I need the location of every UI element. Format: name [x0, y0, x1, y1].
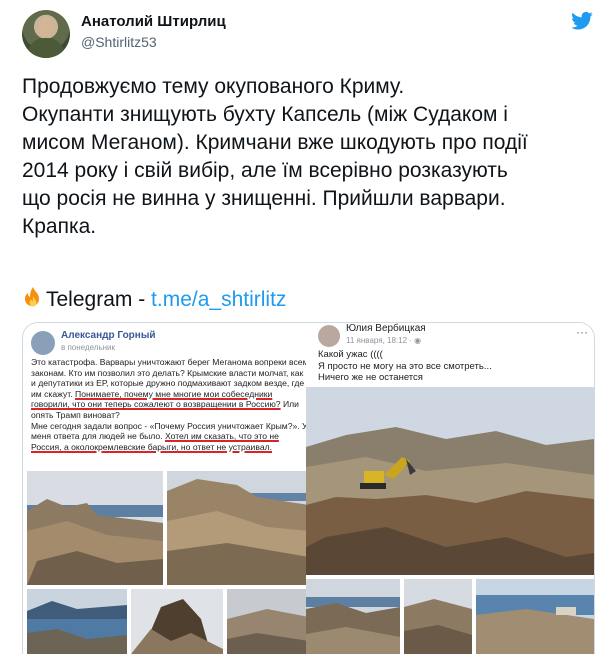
excavator-photo	[306, 387, 594, 575]
left-post-screenshot: Александр Горный в понедельник Это катас…	[23, 323, 313, 654]
coast-photo	[27, 471, 163, 585]
tweet-line: мисом Меганом). Кримчани вже шкодують пр…	[22, 131, 528, 154]
tweet-line: Крапка.	[22, 215, 97, 238]
right-post-avatar	[318, 325, 340, 347]
right-post-line: Какой ужас ((((	[318, 349, 383, 360]
right-post-line: Ничего же не останется	[318, 372, 423, 384]
coast-photo	[131, 589, 223, 654]
tweet-line: Продовжуємо тему окупованого Криму.	[22, 75, 405, 98]
tweet-line: Окупанти знищують бухту Капсель (між Суд…	[22, 103, 508, 126]
author-handle[interactable]: @Shtirlitz53	[81, 34, 157, 50]
left-post-text: Это катастрофа. Варвары уничтожают берег…	[31, 357, 309, 452]
telegram-line: Telegram - t.me/a_shtirlitz	[22, 286, 286, 314]
right-post-text: Какой ужас (((( Я просто не могу на это …	[318, 349, 588, 384]
twitter-bird-icon[interactable]	[571, 11, 593, 31]
author-avatar[interactable]	[22, 10, 70, 58]
right-post-more-icon: ···	[576, 325, 588, 339]
author-name[interactable]: Анатолий Штирлиц	[81, 13, 226, 30]
globe-icon: ◉	[414, 336, 422, 345]
fire-emoji-icon	[25, 287, 39, 307]
coast-photo	[404, 579, 472, 654]
right-post-date: 11 января, 18:12 · ◉	[346, 336, 421, 345]
tweet-line: що росія не винна у знищенні. Прийшли ва…	[22, 187, 506, 210]
left-post-avatar	[31, 331, 55, 355]
right-post-screenshot: Юлия Вербицкая 11 января, 18:12 · ◉ ··· …	[306, 323, 594, 654]
tweet-text: Продовжуємо тему окупованого Криму. Окуп…	[22, 73, 592, 241]
tweet-line: 2014 року і свій вибір, але їм всерівно …	[22, 159, 508, 182]
coast-photo	[27, 589, 127, 654]
coast-photo	[167, 471, 309, 585]
right-post-line: Я просто не могу на это все смотреть...	[318, 360, 492, 372]
right-post-author: Юлия Вербицкая	[346, 323, 426, 334]
telegram-label: Telegram -	[46, 288, 152, 311]
right-post-date-text: 11 января, 18:12 ·	[346, 336, 415, 345]
coast-photo	[476, 579, 594, 654]
left-post-time: в понедельник	[61, 343, 116, 352]
left-post-photos	[23, 471, 313, 654]
coast-photo	[306, 579, 400, 654]
telegram-link[interactable]: t.me/a_shtirlitz	[151, 288, 286, 311]
coast-photo	[227, 589, 309, 654]
tweet: Анатолий Штирлиц @Shtirlitz53 Продовжуєм…	[0, 0, 613, 654]
tweet-media-image[interactable]: Александр Горный в понедельник Это катас…	[22, 322, 595, 654]
left-post-author: Александр Горный	[61, 330, 156, 341]
